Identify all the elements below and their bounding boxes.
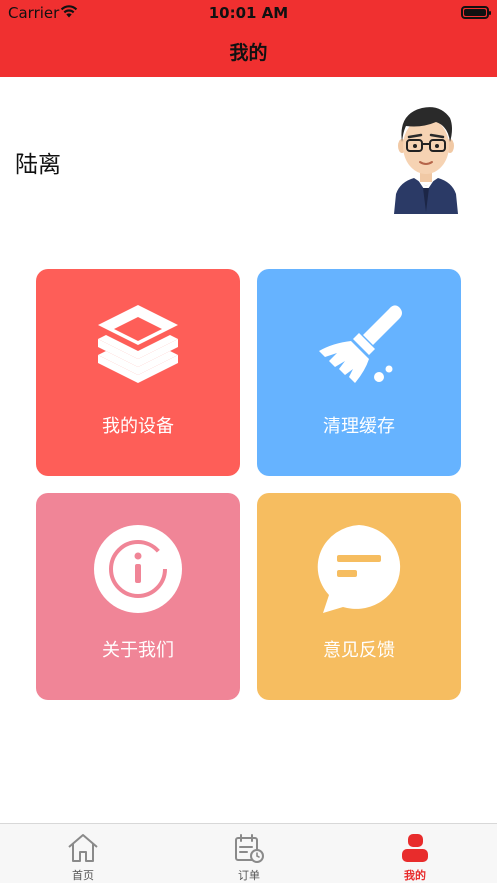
feedback-tile[interactable]: 意见反馈 <box>257 493 461 700</box>
user-name: 陆离 <box>15 152 61 178</box>
my-devices-label: 我的设备 <box>102 416 174 437</box>
my-devices-tile[interactable]: 我的设备 <box>36 269 240 476</box>
chat-bubble-icon <box>317 525 401 613</box>
status-bar: Carrier 10:01 AM <box>0 0 497 26</box>
tab-mine-label: 我的 <box>404 869 426 882</box>
page-title: 我的 <box>229 42 268 64</box>
battery-icon <box>461 6 491 19</box>
calendar-clock-icon <box>235 834 264 863</box>
tab-orders-label: 订单 <box>238 869 260 882</box>
tab-home-label: 首页 <box>72 869 94 882</box>
layers-stack-icon <box>98 305 178 383</box>
status-time: 10:01 AM <box>208 4 289 22</box>
avatar[interactable] <box>382 100 470 214</box>
feedback-label: 意见反馈 <box>323 640 395 661</box>
clear-cache-label: 清理缓存 <box>323 416 395 437</box>
about-us-tile[interactable]: 关于我们 <box>36 493 240 700</box>
nav-header: Carrier 10:01 AM 我的 <box>0 0 497 77</box>
clear-cache-tile[interactable]: 清理缓存 <box>257 269 461 476</box>
person-icon <box>402 834 428 862</box>
broom-icon <box>319 305 402 383</box>
info-circle-icon <box>94 525 182 613</box>
tab-mine[interactable]: 我的 <box>332 824 497 883</box>
about-us-label: 关于我们 <box>102 640 174 661</box>
home-icon <box>68 834 98 862</box>
tab-bar: 首页 订单 我的 <box>0 823 497 883</box>
tab-orders[interactable]: 订单 <box>166 824 332 883</box>
tab-home[interactable]: 首页 <box>0 824 166 883</box>
